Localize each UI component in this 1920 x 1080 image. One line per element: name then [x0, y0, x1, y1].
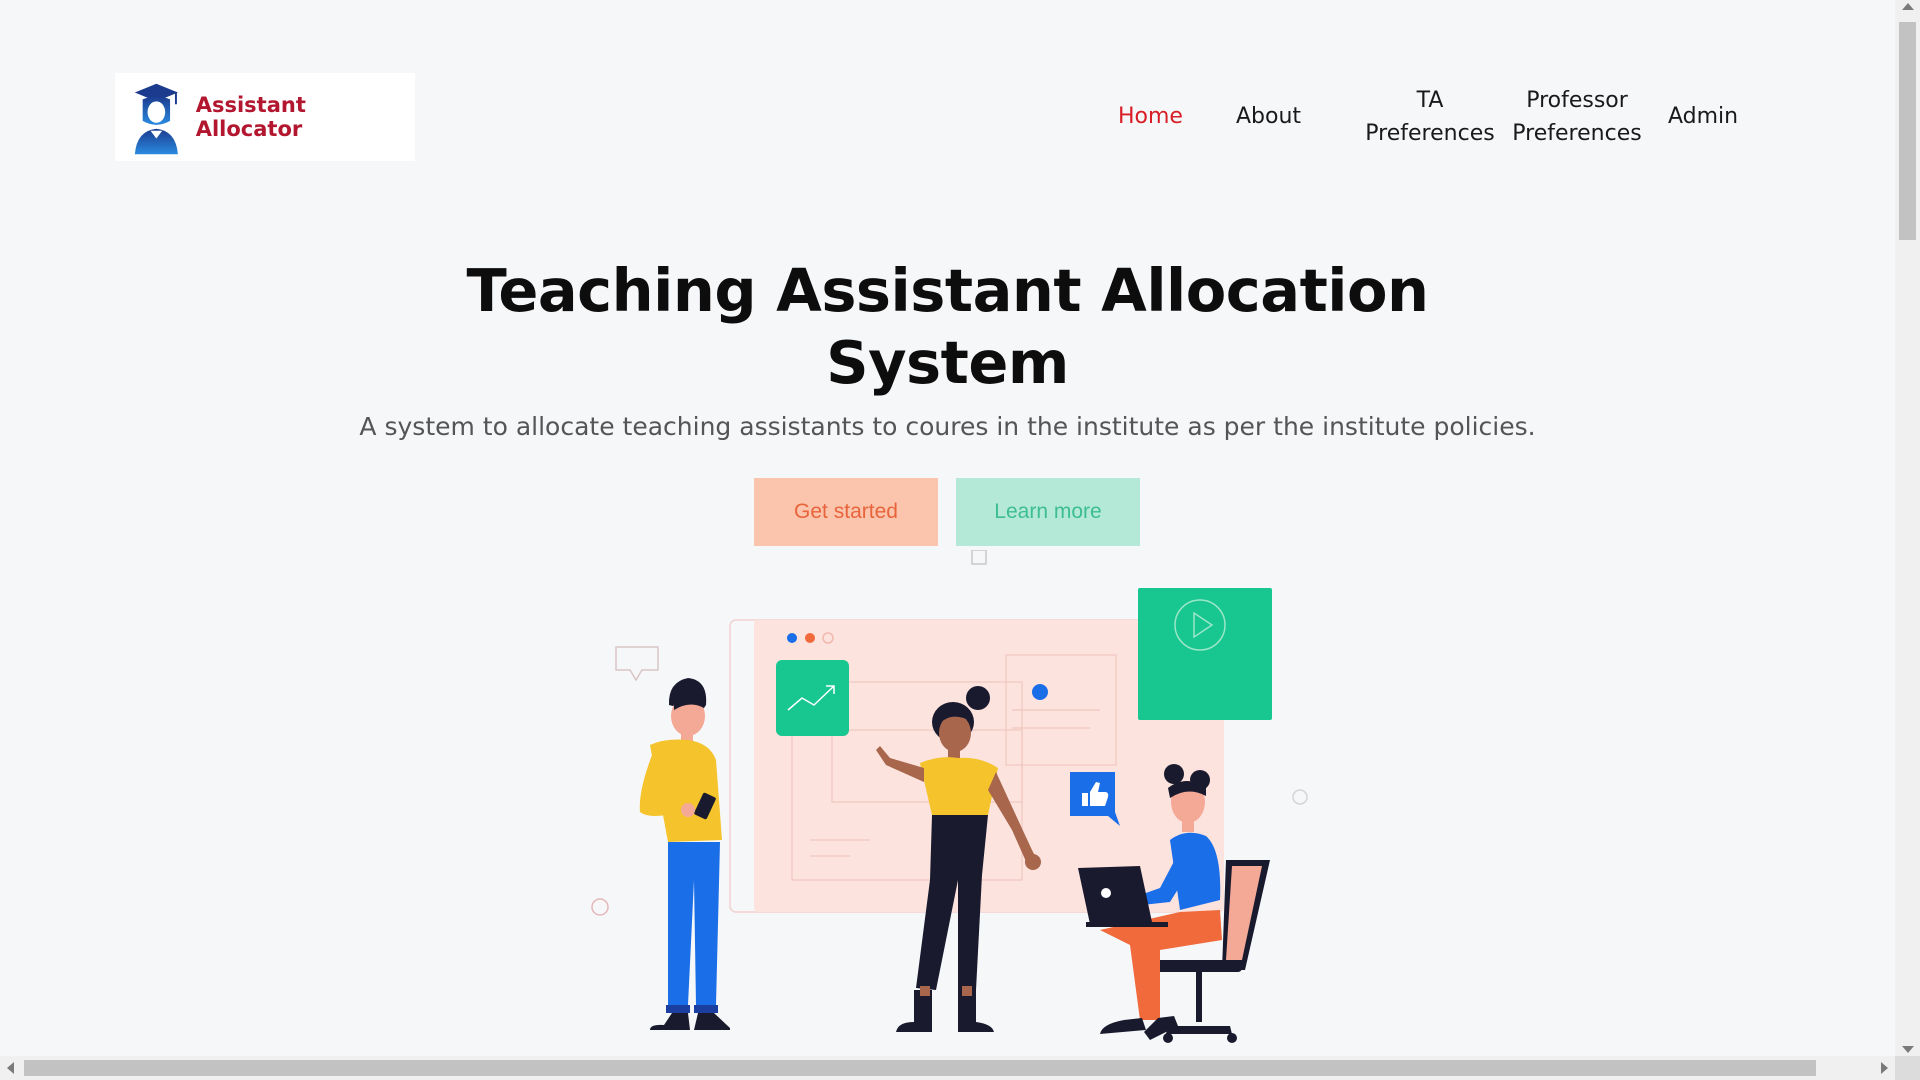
nav-admin[interactable]: Admin — [1668, 100, 1738, 133]
scroll-left-icon[interactable] — [7, 1062, 14, 1074]
chart-icon — [776, 660, 849, 736]
vertical-scrollbar[interactable] — [1895, 0, 1920, 1056]
nav-ta-line2: Preferences — [1365, 121, 1495, 146]
chat-bubble-icon — [615, 646, 659, 682]
hero-subtitle: A system to allocate teaching assistants… — [359, 412, 1536, 441]
scroll-up-icon[interactable] — [1902, 3, 1914, 10]
nav-professor-preferences[interactable]: Professor Preferences — [1502, 84, 1652, 150]
learn-more-button[interactable]: Learn more — [956, 478, 1140, 546]
nav-home[interactable]: Home — [1118, 100, 1183, 133]
scroll-right-icon[interactable] — [1881, 1062, 1888, 1074]
play-icon — [1138, 588, 1272, 720]
deco-circle-left — [591, 898, 609, 916]
graduate-avatar-icon — [134, 83, 178, 155]
person-man-phone — [639, 678, 730, 1030]
hero-illustration — [591, 550, 1308, 1043]
get-started-button[interactable]: Get started — [754, 478, 938, 546]
vertical-scroll-thumb[interactable] — [1899, 22, 1916, 240]
nav-prof-line2: Preferences — [1512, 121, 1642, 146]
hero-title-line2: System — [826, 328, 1069, 397]
horizontal-scrollbar[interactable] — [0, 1056, 1895, 1080]
deco-square — [971, 550, 987, 565]
nav-prof-line1: Professor — [1526, 88, 1628, 113]
scroll-down-icon[interactable] — [1902, 1046, 1914, 1053]
brand-name: Assistant Allocator — [195, 93, 306, 141]
nav-ta-preferences[interactable]: TA Preferences — [1355, 84, 1505, 150]
brand-logo[interactable]: Assistant Allocator — [115, 73, 415, 161]
scrollbar-corner — [1895, 1056, 1920, 1080]
hero-title-line1: Teaching Assistant Allocation — [466, 256, 1429, 325]
nav-about[interactable]: About — [1236, 100, 1301, 133]
nav-ta-line1: TA — [1416, 88, 1444, 113]
hero-title: Teaching Assistant Allocation System — [0, 255, 1895, 399]
deco-circle-right — [1292, 789, 1308, 805]
horizontal-scroll-thumb[interactable] — [24, 1060, 1816, 1076]
